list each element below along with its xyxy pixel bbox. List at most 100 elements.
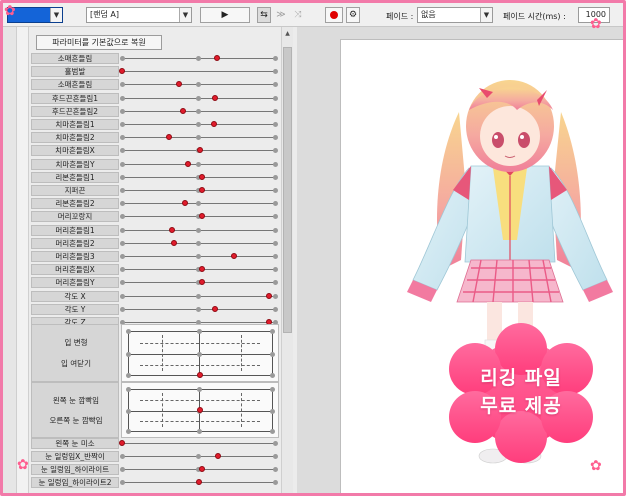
slider-tick-mark [272, 135, 278, 141]
chevron-down-icon: ▼ [50, 8, 62, 22]
slider-tick-mark [119, 188, 125, 193]
parameter-slider[interactable] [119, 160, 278, 167]
slider-knob[interactable] [198, 187, 205, 193]
fade-select[interactable]: 없음 ▼ [417, 7, 493, 23]
parameter-slider[interactable] [119, 173, 278, 180]
slider-tick-mark [119, 280, 125, 286]
xy-pad-knob[interactable] [197, 372, 203, 378]
parameter-slider[interactable] [119, 213, 278, 220]
xy-pad-knob[interactable] [197, 407, 203, 413]
scroll-up-icon[interactable]: ▲ [283, 29, 292, 38]
mouth-xy-area[interactable] [121, 324, 279, 382]
slider-knob[interactable] [210, 121, 217, 127]
grid-point [125, 428, 131, 434]
slider-knob[interactable] [198, 279, 205, 286]
parameter-slider[interactable] [119, 479, 278, 485]
slider-knob[interactable] [197, 147, 204, 154]
slider-knob[interactable] [184, 160, 191, 167]
slider-knob[interactable] [175, 81, 182, 88]
parameter-row: 눈 일렁임_하이라이트 [29, 463, 289, 476]
right-eye-open-label: 오른쪽 눈 깜빡임 [49, 416, 103, 425]
slider-tick-mark [272, 201, 278, 207]
slider-knob[interactable] [215, 453, 222, 459]
slider-tick-mark [272, 441, 278, 446]
parameter-slider[interactable] [119, 466, 278, 472]
slider-knob[interactable] [119, 68, 125, 75]
grid-point [269, 428, 275, 434]
parameter-slider[interactable] [119, 94, 278, 101]
slider-knob[interactable] [180, 107, 187, 114]
slider-knob[interactable] [265, 292, 272, 299]
motion-select[interactable]: [랜덤 A] ▼ [86, 7, 192, 23]
slider-tick-mark [272, 480, 278, 485]
panel-divider[interactable] [3, 27, 17, 493]
slider-knob[interactable] [213, 55, 220, 61]
parameter-slider[interactable] [119, 226, 278, 233]
slider-knob[interactable] [195, 479, 202, 485]
parameter-slider[interactable] [119, 121, 278, 127]
next-button[interactable]: ≫ [274, 7, 288, 23]
parameter-slider[interactable] [119, 453, 278, 459]
slider-knob[interactable] [119, 440, 125, 446]
settings-button[interactable]: ⚙ [346, 7, 360, 23]
shuffle-button[interactable]: ⤨ [291, 7, 305, 23]
parameter-slider[interactable] [119, 147, 278, 154]
parameter-slider[interactable] [119, 253, 278, 259]
slider-knob[interactable] [169, 226, 176, 233]
slider-tick-mark [119, 82, 125, 88]
chevron-down-icon: ▼ [480, 8, 492, 22]
parameter-slider[interactable] [119, 81, 278, 88]
parameter-label: 소매흔들림 [31, 53, 119, 64]
eye-xy-area[interactable] [121, 382, 279, 438]
slider-tick-mark [196, 82, 201, 88]
parameter-slider[interactable] [119, 68, 278, 75]
slider-tick-mark [272, 214, 278, 220]
parameter-slider[interactable] [119, 187, 278, 193]
slider-tick-mark [272, 122, 278, 127]
parameter-slider[interactable] [119, 200, 278, 207]
reset-parameters-button[interactable]: 파라미터를 기본값으로 복원 [36, 35, 162, 50]
parameter-slider[interactable] [119, 107, 278, 114]
parameter-slider[interactable] [119, 239, 278, 246]
slider-knob[interactable] [171, 239, 178, 246]
flower-corner-icon: ✿ [590, 458, 602, 474]
play-icon: ▶ [221, 10, 229, 20]
slider-tick-mark [196, 161, 201, 167]
slider-knob[interactable] [198, 213, 205, 220]
loop-icon: ⇆ [260, 10, 268, 20]
slider-knob[interactable] [198, 266, 205, 273]
parameter-slider[interactable] [119, 292, 278, 299]
parameter-row: 눈 일렁임_하이라이트2 [29, 476, 289, 489]
slider-knob[interactable] [166, 134, 173, 141]
scrollbar-thumb[interactable] [283, 47, 292, 333]
grid-point [125, 328, 131, 334]
slider-tick-mark [272, 161, 278, 167]
parameter-label: 각도 X [31, 290, 119, 302]
parameter-slider[interactable] [119, 319, 278, 325]
parameter-scrollbar[interactable]: ▲ [281, 27, 293, 493]
chevron-down-icon: ▼ [179, 8, 191, 22]
slider-knob[interactable] [181, 200, 188, 207]
slider-knob[interactable] [212, 94, 219, 101]
parameter-slider[interactable] [119, 266, 278, 273]
fast-forward-icon: ≫ [276, 10, 286, 20]
slider-tick-mark [196, 108, 201, 114]
parameter-slider[interactable] [119, 279, 278, 286]
slider-knob[interactable] [198, 466, 205, 472]
slider-tick-mark [272, 454, 278, 459]
parameter-label: 머리흔들림1 [31, 224, 119, 236]
parameter-label: 머리꼬랑지 [31, 211, 119, 223]
slider-knob[interactable] [198, 173, 205, 180]
grid-point [196, 428, 202, 434]
slider-tick-mark [272, 467, 278, 472]
parameter-slider[interactable] [119, 305, 278, 312]
slider-knob[interactable] [212, 305, 219, 312]
parameter-slider[interactable] [119, 134, 278, 141]
parameter-slider[interactable] [119, 440, 278, 446]
record-button[interactable] [325, 7, 343, 23]
play-button[interactable]: ▶ [200, 7, 250, 23]
slider-knob[interactable] [230, 253, 237, 259]
loop-button[interactable]: ⇆ [257, 7, 271, 23]
parameter-slider[interactable] [119, 55, 278, 61]
slider-tick-mark [272, 188, 278, 193]
